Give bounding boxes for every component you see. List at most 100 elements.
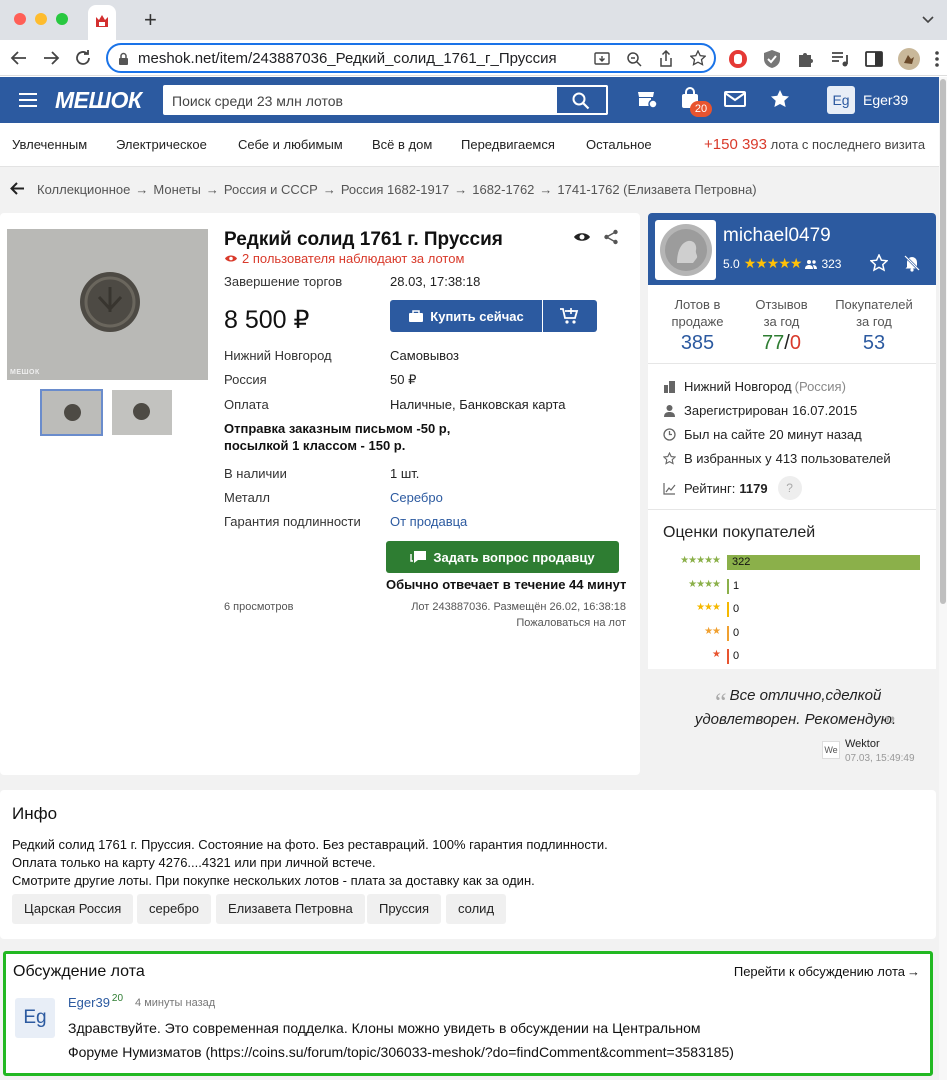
last-seen-value: 20 минут назад [769,427,862,442]
review-bar[interactable] [727,578,729,594]
share-icon[interactable] [603,229,619,245]
stat-value[interactable]: 385 [665,332,730,355]
category-link[interactable]: Передвигаемся [461,137,555,152]
favorites-star-icon[interactable] [770,89,790,109]
shop-settings-icon[interactable] [636,88,658,110]
profile-avatar-icon[interactable] [898,48,920,70]
category-link[interactable]: Увлеченным [12,137,87,152]
commenter-avatar[interactable]: Eg [15,998,55,1038]
watch-eye-icon[interactable] [573,231,591,243]
breadcrumb-item[interactable]: 1741-1762 (Елизавета Петровна) [557,182,756,197]
messages-mail-icon[interactable] [724,91,746,107]
review-bar[interactable] [727,555,920,570]
shield-extension-icon[interactable] [762,49,782,69]
review-bar[interactable] [727,625,729,641]
adblock-extension-icon[interactable] [728,49,748,69]
seller-rating: 5.0 ★★★★★ 323 [723,255,841,272]
guarantee-link[interactable]: От продавца [390,514,467,529]
zoom-icon[interactable] [626,51,642,67]
star-outline-icon [663,452,676,465]
tag-chip[interactable]: Пруссия [367,894,442,924]
new-lots-count: +150 393 [704,136,767,153]
new-lots-counter[interactable]: +150 393 лота с последнего визита [704,136,925,153]
puzzle-extensions-icon[interactable] [796,49,816,69]
notifications-off-bell-icon[interactable] [903,254,921,272]
ask-seller-button[interactable]: Задать вопрос продавцу [386,541,619,573]
lot-main-photo[interactable]: МЕШОК [7,229,208,380]
media-controls-icon[interactable] [830,49,850,69]
photo-thumbnail[interactable] [40,389,103,436]
search-placeholder: Поиск среди 23 млн лотов [172,93,343,109]
lock-icon[interactable] [118,52,129,65]
user-icon [664,405,675,417]
browser-tab[interactable] [88,5,116,40]
address-bar[interactable]: meshok.net/item/243887036_Редкий_солид_1… [106,43,716,73]
browser-menu-icon[interactable] [934,50,940,68]
search-input[interactable]: Поиск среди 23 млн лотов [163,85,608,115]
go-to-discussion-link[interactable]: Перейти к обсуждению лота → [734,964,920,979]
breadcrumb-item[interactable]: Монеты [153,182,200,197]
metal-link[interactable]: Серебро [390,490,443,505]
payment-label: Оплата [224,397,269,412]
seller-region: (Россия) [794,379,846,394]
seller-name[interactable]: michael0479 [723,225,831,247]
tag-chip[interactable]: солид [446,894,507,924]
review-stars-icon: ★★★★ [688,578,721,590]
reviews-stat[interactable]: 77/0 [749,332,814,355]
tag-chip[interactable]: Царская Россия [12,894,134,924]
install-app-icon[interactable] [594,51,610,67]
forward-arrow-icon[interactable] [42,50,60,66]
site-logo[interactable]: МЕШОК [55,87,142,114]
search-button[interactable] [555,85,608,115]
tag-chip[interactable]: серебро [137,894,211,924]
last-seen-label: Был на сайте [684,427,766,442]
review-bar-count: 0 [733,626,740,639]
tag-chip[interactable]: Елизавета Петровна [216,894,365,924]
category-link[interactable]: Себе и любимым [238,137,343,152]
close-window-button[interactable] [14,13,26,25]
category-link[interactable]: Всё в дом [372,137,432,152]
photo-thumbnail[interactable] [112,390,172,435]
rating-row: Рейтинг: 1179 ? [663,476,802,500]
tab-list-chevron-icon[interactable] [922,15,934,25]
commenter-name[interactable]: Eger39 [68,995,110,1010]
breadcrumb-item[interactable]: 1682-1762 [472,182,534,197]
complain-link[interactable]: Пожаловаться на лот [516,617,626,629]
end-time-label: Завершение торгов [224,274,343,289]
category-link[interactable]: Остальное [586,137,652,152]
rating-stars-icon: ★★★★★ [743,255,803,271]
reload-icon[interactable] [74,49,92,67]
reviewer-name[interactable]: Wektor [845,738,880,750]
minimize-window-button[interactable] [35,13,47,25]
rating-help-icon[interactable]: ? [777,476,802,500]
bookmark-star-icon[interactable] [690,50,706,66]
pickup-value: Самовывоз [390,348,459,363]
category-link[interactable]: Электрическое [116,137,207,152]
city-label: Нижний Новгород [224,348,332,363]
back-arrow-icon[interactable] [10,50,28,66]
new-tab-button[interactable]: + [144,9,157,31]
review-bar-count: 1 [733,579,740,592]
share-icon[interactable] [658,50,674,67]
review-bar[interactable] [727,649,729,664]
user-menu[interactable]: Eg Eger39 [827,86,908,114]
stat-value[interactable]: 53 [833,332,915,355]
breadcrumb-item[interactable]: Коллекционное [37,182,130,197]
buy-now-button[interactable]: Купить сейчас [390,300,542,332]
favorite-seller-star-icon[interactable] [870,254,888,272]
extensions-area [728,48,940,70]
back-arrow-icon[interactable] [10,182,25,195]
info-line: Оплата только на карту 4276....4321 или … [12,855,376,870]
add-to-cart-icon[interactable] [559,307,579,325]
scrollbar-thumb[interactable] [940,79,946,604]
hamburger-menu-icon[interactable] [19,93,37,107]
breadcrumb-item[interactable]: Россия и СССР [224,182,318,197]
scrollbar[interactable] [939,77,947,1080]
side-panel-icon[interactable] [864,49,884,69]
maximize-window-button[interactable] [56,13,68,25]
seller-avatar[interactable] [655,220,716,280]
review-bar[interactable] [727,602,729,617]
breadcrumb-item[interactable]: Россия 1682-1917 [341,182,449,197]
breadcrumb: Коллекционное → Монеты → Россия и СССР → Ро… [0,167,947,211]
breadcrumb-separator-icon: → [135,182,149,197]
